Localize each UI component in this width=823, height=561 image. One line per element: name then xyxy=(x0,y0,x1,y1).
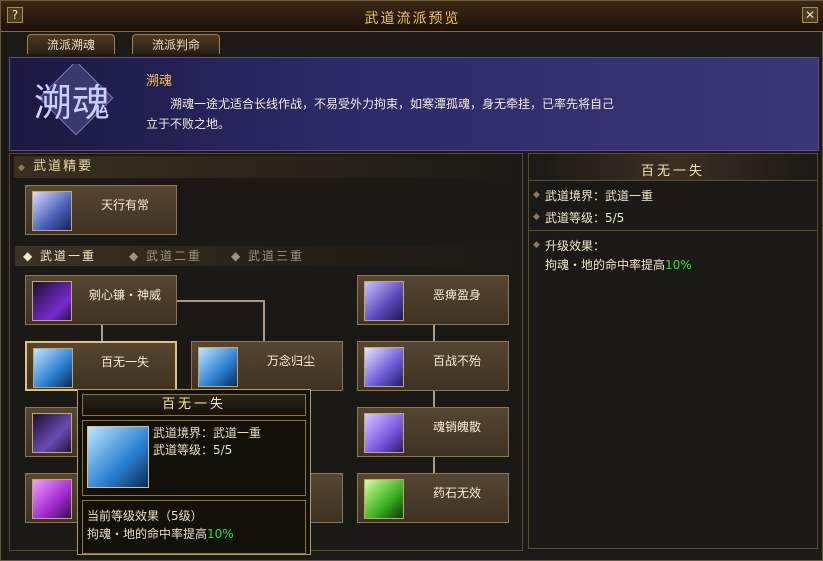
skill-node-s2[interactable]: 恶痺盈身 xyxy=(357,275,509,325)
tooltip-effect-value: 10% xyxy=(207,527,234,541)
tree-link xyxy=(433,325,435,341)
skill-node-s4[interactable]: 万念归尘 xyxy=(191,341,343,391)
style-banner: 溯魂 溯魂 溯魂一途尤适合长线作战，不易受外力拘束，如寒潭孤魂，身无牵挂，已率先… xyxy=(9,57,819,151)
banner-description: 溯魂一途尤适合长线作战，不易受外力拘束，如寒潭孤魂，身无牵挂，已率先将自己立于不… xyxy=(146,97,615,131)
tab-level-3-label: 武道三重 xyxy=(248,249,305,263)
tree-link xyxy=(101,325,103,341)
skill-node-s1[interactable]: 剜心镰・神威 xyxy=(25,275,177,325)
tooltip-title: 百无一失 xyxy=(82,394,306,416)
skill-tooltip: 百无一失 武道境界：武道一重 武道等级：5/5 当前等级效果（5级） 拘魂・地的… xyxy=(77,389,311,555)
tooltip-effect-line: 拘魂・地的命中率提高10% xyxy=(87,526,234,543)
tab-panming[interactable]: 流派判命 xyxy=(132,34,220,54)
detail-upgrade-header: 升级效果： xyxy=(545,239,606,253)
spirit-figure-icon xyxy=(32,191,72,231)
diamond-bullet-icon: ◆ xyxy=(533,190,540,200)
skill-name: 百战不殆 xyxy=(432,354,481,368)
spirit-figure-icon xyxy=(33,348,73,388)
tab-level-3[interactable]: ◆ 武道三重 xyxy=(231,246,304,266)
tab-level-1[interactable]: ◆ 武道一重 xyxy=(23,246,96,266)
tab-level-1-label: 武道一重 xyxy=(40,249,97,263)
tab-suhun[interactable]: 流派溯魂 xyxy=(27,34,115,54)
sword-volley-icon xyxy=(364,347,404,387)
essential-skill-name: 天行有常 xyxy=(100,198,149,212)
tab-level-2-label: 武道二重 xyxy=(146,249,203,263)
skill-node-hidden-b[interactable] xyxy=(25,473,85,523)
skill-name: 万念归尘 xyxy=(266,354,315,368)
tooltip-effect-header: 当前等级效果（5级） xyxy=(87,509,203,523)
detail-title: 百无一失 xyxy=(640,164,705,179)
skill-detail-panel: 百无一失 ◆ 武道境界：武道一重 ◆ 武道等级：5/5 ◆ 升级效果： 拘魂・地… xyxy=(528,153,818,549)
tooltip-realm: 武道境界：武道一重 xyxy=(153,426,262,440)
claw-icon xyxy=(364,413,404,453)
divider xyxy=(529,180,817,181)
skill-node-s3-selected[interactable]: 百无一失 xyxy=(25,341,177,391)
tab-level-2[interactable]: ◆ 武道二重 xyxy=(129,246,202,266)
skill-node-s7[interactable]: 药石无效 xyxy=(357,473,509,523)
skill-node-s6[interactable]: 魂销魄散 xyxy=(357,407,509,457)
banner-heading: 溯魂 xyxy=(146,74,173,89)
detail-upgrade-text: 拘魂・地的命中率提高 xyxy=(545,258,666,272)
spirit-figure-icon xyxy=(87,426,149,488)
tree-link xyxy=(433,457,435,473)
essential-skill-card[interactable]: 天行有常 xyxy=(25,185,177,235)
level-tabs: ◆ 武道一重 ◆ 武道二重 ◆ 武道三重 xyxy=(15,246,519,266)
emblem-char-1: 溯魂 xyxy=(34,81,110,125)
title-bar[interactable]: ? 武道流派预览 ✕ xyxy=(1,1,823,32)
tooltip-info-box: 武道境界：武道一重 武道等级：5/5 xyxy=(82,420,306,496)
tree-link xyxy=(433,391,435,407)
essentials-header-label: 武道精要 xyxy=(33,159,94,174)
divider xyxy=(529,230,817,231)
spirit-figure-icon xyxy=(198,347,238,387)
diamond-bullet-icon: ◆ xyxy=(533,240,540,250)
skill-name: 药石无效 xyxy=(432,486,481,500)
detail-level: 武道等级：5/5 xyxy=(545,211,625,225)
diamond-bullet-icon: ◆ xyxy=(533,212,540,222)
skill-name: 剜心镰・神威 xyxy=(88,288,161,302)
tooltip-effect-box: 当前等级效果（5级） 拘魂・地的命中率提高10% xyxy=(82,500,306,554)
detail-upgrade-value: 10% xyxy=(665,258,692,272)
skill-name: 恶痺盈身 xyxy=(432,288,481,302)
tooltip-level: 武道等级：5/5 xyxy=(153,443,233,457)
diamond-bullet-icon: ◆ xyxy=(18,163,27,173)
window-title: 武道流派预览 xyxy=(364,11,461,27)
essentials-header: ◆ 武道精要 xyxy=(14,156,518,178)
skill-name: 百无一失 xyxy=(100,355,149,369)
scythe-icon xyxy=(32,281,72,321)
skill-name: 魂销魄散 xyxy=(432,420,481,434)
tree-link xyxy=(263,300,265,341)
green-spirit-icon xyxy=(364,479,404,519)
suhun-emblem-icon: 溯魂 xyxy=(34,64,114,136)
skill-node-s5[interactable]: 百战不殆 xyxy=(357,341,509,391)
skill-node-hidden-a[interactable] xyxy=(25,407,85,457)
moon-spirit-icon xyxy=(32,413,72,453)
detail-realm: 武道境界：武道一重 xyxy=(545,189,654,203)
style-preview-window: ? 武道流派预览 ✕ 流派溯魂 流派判命 溯魂 溯魂 溯魂一途尤适合长线作战，不… xyxy=(0,0,823,561)
detail-upgrade-line: 拘魂・地的命中率提高10% xyxy=(545,256,692,273)
close-button[interactable]: ✕ xyxy=(802,7,818,23)
tooltip-effect-text: 拘魂・地的命中率提高 xyxy=(87,527,208,541)
crawling-figure-icon xyxy=(364,281,404,321)
purple-spirit-icon xyxy=(32,479,72,519)
